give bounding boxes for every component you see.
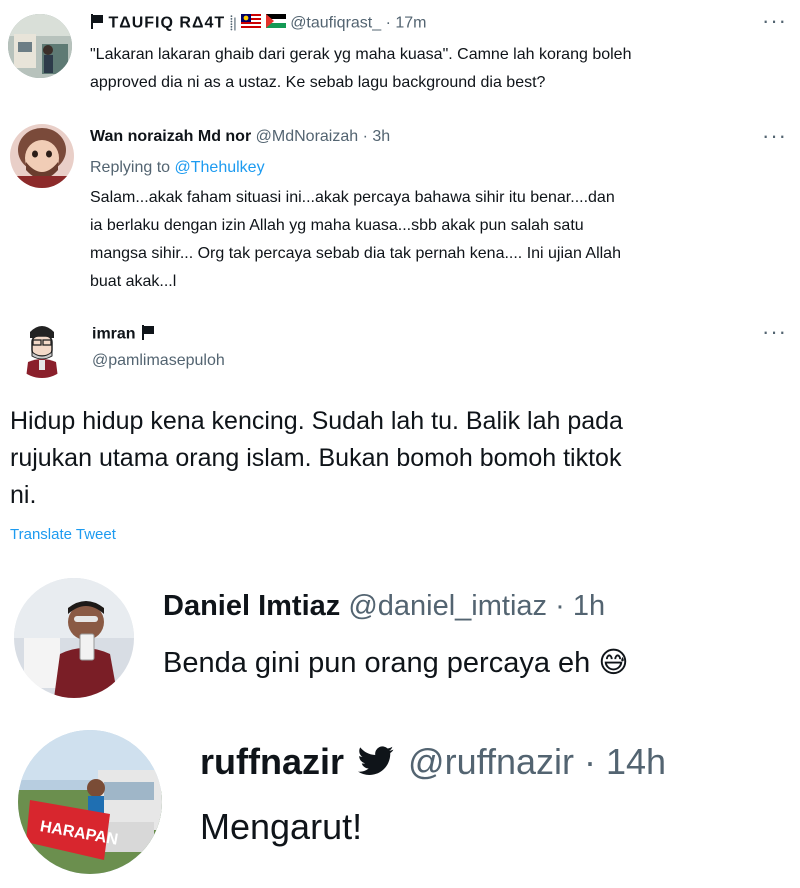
tweet-text-line: approved dia ni as a ustaz. Ke sebab lag…: [90, 74, 546, 91]
author-handle[interactable]: @ruffnazir: [408, 741, 574, 782]
tweet-text-line: mangsa sihir... Org tak percaya sebab di…: [90, 245, 621, 262]
author-handle[interactable]: @taufiqrast_: [290, 15, 381, 32]
author-name[interactable]: imran: [92, 326, 136, 343]
avatar-photo: [10, 124, 74, 188]
tweet-text-line: "Lakaran lakaran ghaib dari gerak yg mah…: [90, 46, 632, 63]
avatar[interactable]: HARAPAN: [18, 730, 162, 874]
timestamp[interactable]: 1h: [573, 590, 605, 622]
tweet-text-line: rujukan utama orang islam. Bukan bomoh b…: [10, 444, 622, 472]
avatar-photo: HARAPAN: [18, 730, 162, 874]
tweet-text-line: Salam...akak faham situasi ini...akak pe…: [90, 189, 615, 206]
separator: ·: [555, 590, 565, 622]
tweet-text-line: buat akak...l: [90, 273, 177, 290]
author-name[interactable]: Daniel Imtiaz: [163, 590, 340, 622]
tweet-text-line: ni.: [10, 481, 37, 509]
separator: ·: [583, 741, 596, 782]
malaysia-flag-icon: [241, 14, 262, 33]
timestamp[interactable]: 14h: [606, 741, 666, 782]
sweat-smile-emoji: 😅: [598, 645, 629, 679]
more-options-icon[interactable]: ···: [762, 321, 787, 343]
tweet-text-line: Hidup hidup kena kencing. Sudah lah tu. …: [10, 407, 623, 435]
avatar[interactable]: [12, 318, 72, 378]
timestamp[interactable]: 17m: [395, 15, 426, 32]
avatar[interactable]: [14, 578, 134, 698]
avatar-photo: [8, 14, 72, 78]
tweet-text: Benda gini pun orang percaya eh: [163, 647, 591, 679]
more-options-icon[interactable]: ···: [762, 125, 787, 147]
more-options-icon[interactable]: ···: [762, 10, 787, 32]
avatar[interactable]: [8, 14, 72, 78]
separator: ·: [362, 128, 368, 145]
timestamp[interactable]: 3h: [372, 128, 390, 145]
flag-icon: [90, 13, 104, 34]
author-handle[interactable]: @pamlimasepuloh: [92, 352, 225, 370]
avatar-photo: [14, 578, 134, 698]
author-name[interactable]: TΔUFIQ RΔ4T: [108, 15, 225, 32]
flag-icon: [140, 324, 156, 345]
twitter-bird-icon: [358, 743, 394, 785]
tweet-text-line: ia berlaku dengan izin Allah yg maha kua…: [90, 217, 584, 234]
author-name[interactable]: ruffnazir: [200, 741, 344, 782]
translate-tweet-link[interactable]: Translate Tweet: [10, 526, 116, 543]
name-suffix: ⸽|: [229, 14, 237, 31]
tweet-text: Mengarut!: [200, 806, 363, 847]
avatar-illustration: [12, 318, 72, 378]
separator: ·: [385, 14, 391, 32]
author-name[interactable]: Wan noraizah Md nor: [90, 128, 251, 145]
author-handle[interactable]: @MdNoraizah: [256, 128, 359, 145]
replying-to-label: Replying to: [90, 159, 171, 176]
palestine-flag-icon: [265, 14, 286, 33]
author-handle[interactable]: @daniel_imtiaz: [348, 590, 547, 622]
avatar[interactable]: [10, 124, 74, 188]
reply-to-handle[interactable]: @Thehulkey: [175, 159, 265, 176]
